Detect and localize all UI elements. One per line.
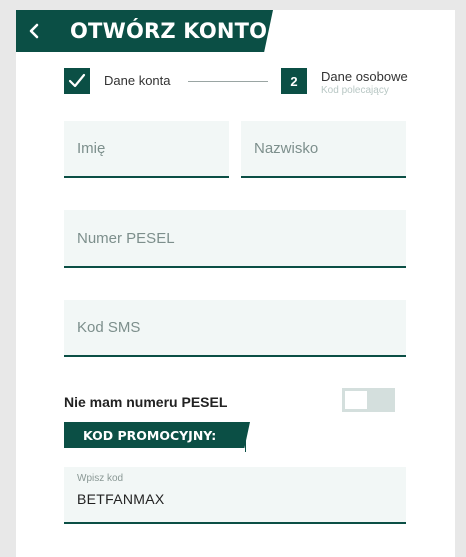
step1-checkbox	[64, 68, 90, 94]
title-banner: OTWÓRZ KONTO	[52, 10, 273, 52]
last-name-field	[241, 121, 406, 178]
back-button[interactable]	[16, 10, 52, 52]
promo-banner-accent	[245, 438, 246, 452]
no-pesel-row: Nie mam numeru PESEL	[64, 388, 406, 414]
first-name-field	[64, 121, 229, 178]
pesel-field	[64, 210, 406, 268]
no-pesel-label: Nie mam numeru PESEL	[64, 394, 228, 410]
last-name-input[interactable]	[241, 121, 406, 176]
step2-number: 2	[281, 68, 307, 94]
promo-code-field: Wpisz kod	[64, 467, 406, 524]
check-icon	[68, 73, 86, 88]
sms-code-input[interactable]	[64, 300, 406, 355]
promo-code-heading: KOD PROMOCYJNY:	[83, 427, 217, 443]
registration-card: OTWÓRZ KONTO Dane konta 2 Dane osobowe K…	[16, 10, 455, 557]
chevron-left-icon	[29, 23, 39, 39]
step2-label: Dane osobowe	[321, 69, 408, 84]
step-connector	[188, 81, 268, 82]
step-indicator: Dane konta 2 Dane osobowe Kod polecający	[64, 68, 424, 108]
promo-code-banner: KOD PROMOCYJNY:	[64, 422, 250, 448]
page-title: OTWÓRZ KONTO	[70, 19, 268, 43]
pesel-input[interactable]	[64, 210, 406, 266]
promo-code-label: Wpisz kod	[77, 473, 124, 484]
promo-code-input[interactable]	[64, 487, 406, 511]
step1-label: Dane konta	[104, 73, 171, 88]
toggle-knob	[345, 391, 367, 409]
first-name-input[interactable]	[64, 121, 229, 176]
step2-sublabel: Kod polecający	[321, 85, 389, 96]
no-pesel-toggle[interactable]	[342, 388, 395, 412]
header: OTWÓRZ KONTO	[16, 10, 455, 52]
sms-code-field	[64, 300, 406, 357]
